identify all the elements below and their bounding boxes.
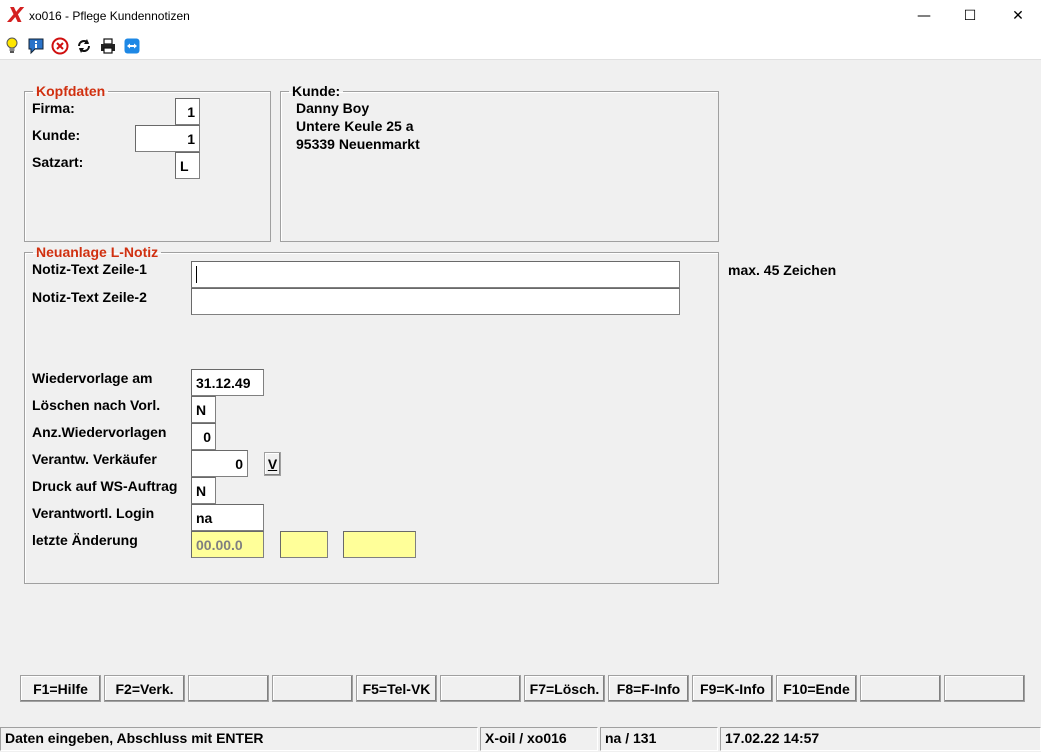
text-caret	[196, 266, 197, 283]
status-datetime: 17.02.22 14:57	[720, 727, 1041, 751]
minimize-button[interactable]: —	[901, 0, 947, 32]
fkey-f2-verk-button[interactable]: F2=Verk.	[104, 675, 185, 702]
login-label: Verantwortl. Login	[32, 505, 155, 521]
kunde-city: 95339 Neuenmarkt	[296, 136, 420, 152]
fkey-f7-loesch-button[interactable]: F7=Lösch.	[524, 675, 605, 702]
fkey-f9-k-info-button[interactable]: F9=K-Info	[692, 675, 773, 702]
teamviewer-icon[interactable]	[123, 37, 141, 55]
druck-label: Druck auf WS-Auftrag	[32, 478, 178, 494]
fkey-empty-3-button[interactable]	[188, 675, 269, 702]
status-program: X-oil / xo016	[480, 727, 598, 751]
anz-wiedervorlagen-label: Anz.Wiedervorlagen	[32, 424, 167, 440]
kopfdaten-legend: Kopfdaten	[36, 83, 106, 99]
status-message: Daten eingeben, Abschluss mit ENTER	[0, 727, 478, 751]
notiz-zeile2-input[interactable]	[191, 288, 680, 315]
lightbulb-icon[interactable]	[3, 37, 21, 55]
maximize-button[interactable]: ☐	[947, 0, 993, 32]
cancel-icon[interactable]	[51, 37, 69, 55]
fkey-f5-tel-vk-button[interactable]: F5=Tel-VK	[356, 675, 437, 702]
fkey-f8-f-info-button[interactable]: F8=F-Info	[608, 675, 689, 702]
status-user: na / 131	[600, 727, 718, 751]
verkaeufer-label: Verantw. Verkäufer	[32, 451, 157, 467]
fkey-empty-11-button[interactable]	[860, 675, 941, 702]
kunde-label: Kunde:	[32, 127, 81, 143]
info-icon[interactable]	[27, 37, 45, 55]
close-button[interactable]: ✕	[995, 0, 1041, 32]
notiz-zeile1-input[interactable]	[191, 261, 680, 288]
loeschen-field[interactable]: N	[191, 396, 216, 423]
satzart-label: Satzart:	[32, 154, 84, 170]
wiedervorlage-label: Wiedervorlage am	[32, 370, 153, 386]
kunde-street: Untere Keule 25 a	[296, 118, 414, 134]
aenderung-field-3	[343, 531, 416, 558]
druck-field[interactable]: N	[191, 477, 216, 504]
app-logo-icon: X	[8, 3, 24, 27]
firma-label: Firma:	[32, 100, 75, 116]
window-title: xo016 - Pflege Kundennotizen	[29, 9, 190, 23]
fkey-f1-hilfe-button[interactable]: F1=Hilfe	[20, 675, 101, 702]
fkey-f10-ende-button[interactable]: F10=Ende	[776, 675, 857, 702]
satzart-field[interactable]: L	[175, 152, 200, 179]
kunde-field[interactable]: 1	[135, 125, 200, 152]
refresh-icon[interactable]	[75, 37, 93, 55]
firma-field[interactable]: 1	[175, 98, 200, 125]
aenderung-label: letzte Änderung	[32, 532, 138, 548]
kunde-legend: Kunde:	[292, 83, 341, 99]
fkey-empty-6-button[interactable]	[440, 675, 521, 702]
kunde-name: Danny Boy	[296, 100, 370, 116]
max-chars-hint: max. 45 Zeichen	[728, 262, 837, 278]
print-icon[interactable]	[99, 37, 117, 55]
title-bar: X xo016 - Pflege Kundennotizen — ☐ ✕	[0, 0, 1041, 32]
fkey-empty-12-button[interactable]	[944, 675, 1025, 702]
toolbar	[0, 32, 1041, 60]
wiedervorlage-field[interactable]: 31.12.49	[191, 369, 264, 396]
verkaeufer-field[interactable]: 0	[191, 450, 248, 477]
anz-wiedervorlagen-field[interactable]: 0	[191, 423, 216, 450]
fkey-empty-4-button[interactable]	[272, 675, 353, 702]
verkaeufer-lookup-button[interactable]: V	[264, 452, 281, 476]
loeschen-label: Löschen nach Vorl.	[32, 397, 161, 413]
notiz-zeile1-label: Notiz-Text Zeile-1	[32, 261, 147, 277]
login-field[interactable]: na	[191, 504, 264, 531]
notiz-zeile2-label: Notiz-Text Zeile-2	[32, 289, 147, 305]
notiz-legend: Neuanlage L-Notiz	[36, 244, 159, 260]
aenderung-date-field: 00.00.0	[191, 531, 264, 558]
status-bar: Daten eingeben, Abschluss mit ENTER X-oi…	[0, 727, 1041, 752]
aenderung-field-2	[280, 531, 328, 558]
